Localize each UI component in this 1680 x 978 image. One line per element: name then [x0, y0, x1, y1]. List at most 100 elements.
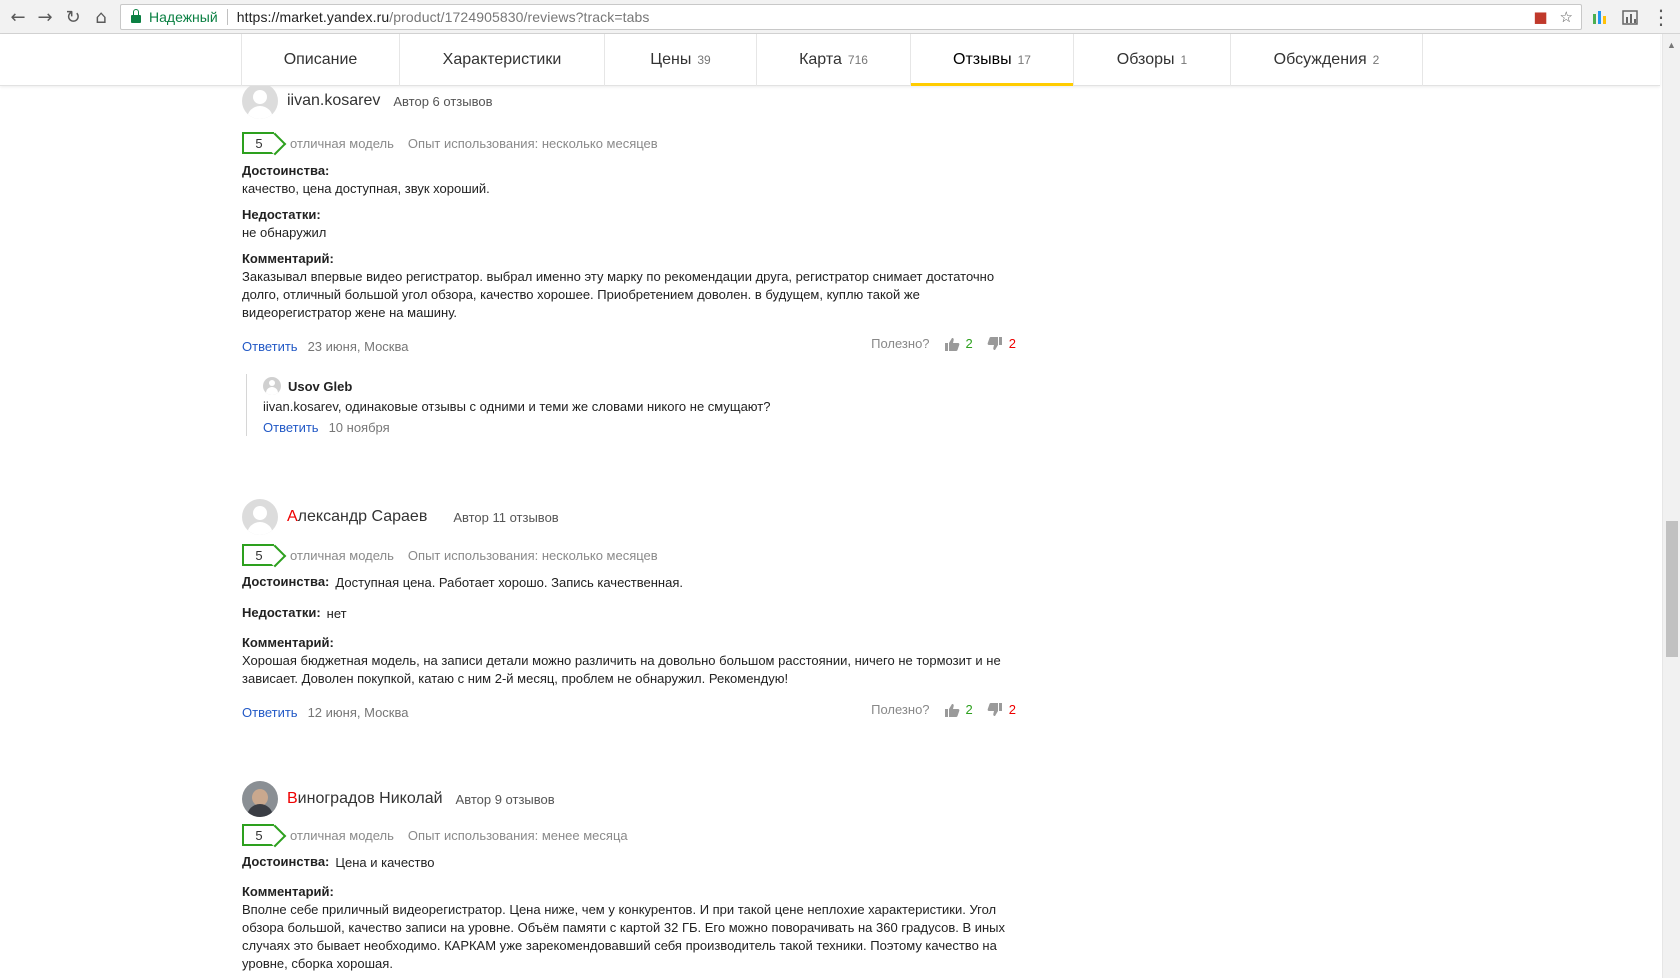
tab-reviews[interactable]: Отзывы 17	[911, 34, 1074, 86]
avatar[interactable]	[242, 499, 278, 535]
comment-title: Комментарий:	[242, 635, 334, 650]
rating-badge: 5	[242, 544, 274, 566]
scroll-up-icon[interactable]: ▲	[1667, 40, 1676, 50]
product-tabs-bar: Описание Характеристики Цены 39 Карта 716 …	[0, 34, 1660, 86]
reply-thread: Usov Gleb iivan.kosarev, одинаковые отзы…	[246, 374, 1032, 436]
tab-discussions[interactable]: Обсуждения 2	[1231, 34, 1423, 86]
thumbs-down-icon[interactable]	[987, 336, 1003, 351]
bookmark-star-icon[interactable]: ☆	[1560, 8, 1573, 26]
tab-count: 17	[1017, 53, 1031, 67]
author-name[interactable]: Александр Сараев	[287, 508, 427, 526]
rating-text: отличная модель	[290, 827, 394, 843]
reply-link[interactable]: Ответить	[263, 420, 319, 435]
url-host: https://market.yandex.ru	[236, 9, 390, 25]
browser-toolbar: ← → ↻ ⌂ Надежный https://market.yandex.r…	[0, 0, 1680, 34]
scrollbar-thumb[interactable]	[1666, 521, 1678, 657]
tab-label: Описание	[283, 51, 358, 68]
extension-bars-icon[interactable]	[1621, 8, 1639, 26]
author-first-letter: А	[287, 508, 298, 525]
pros-text: Цена и качество	[335, 855, 435, 870]
avatar[interactable]	[242, 86, 278, 119]
reviews-list: iivan.kosarev Автор 6 отзывов 5 отличная…	[0, 86, 1660, 978]
tab-label: Характеристики	[442, 51, 562, 68]
lock-icon	[131, 9, 141, 23]
review-date: 12 июня, Москва	[307, 704, 409, 720]
pros-title: Достоинства:	[242, 854, 330, 869]
reply-date: 10 ноября	[328, 419, 390, 435]
comment-text: Заказывал впервые видео регистратор. выб…	[242, 269, 995, 320]
product-tabs: Описание Характеристики Цены 39 Карта 716 …	[241, 34, 1423, 86]
author-name[interactable]: Виноградов Николай	[287, 790, 443, 808]
pros-text: Доступная цена. Работает хорошо. Запись …	[335, 575, 683, 590]
author-meta: Автор 6 отзывов	[393, 93, 493, 109]
pros-title: Достоинства:	[242, 163, 330, 178]
avatar[interactable]	[242, 781, 278, 817]
cons-title: Недостатки:	[242, 207, 321, 222]
tab-description[interactable]: Описание	[242, 34, 400, 86]
rating-badge: 5	[242, 132, 274, 154]
review-item: iivan.kosarev Автор 6 отзывов 5 отличная…	[242, 86, 1032, 436]
extension-chart-icon[interactable]	[1591, 8, 1609, 26]
back-icon[interactable]: ←	[7, 6, 29, 28]
usage-duration: Опыт использования: несколько месяцев	[407, 135, 658, 151]
thumbs-down-icon[interactable]	[987, 702, 1003, 717]
cons-text: не обнаружил	[242, 225, 327, 240]
author-name-rest: иноградов Николай	[297, 790, 443, 807]
pros-text: качество, цена доступная, звук хороший.	[242, 181, 490, 196]
rating-text: отличная модель	[290, 135, 394, 151]
helpful-label: Полезно?	[871, 702, 930, 717]
home-icon[interactable]: ⌂	[90, 6, 112, 28]
author-name[interactable]: iivan.kosarev	[287, 92, 380, 110]
review-date: 23 июня, Москва	[307, 338, 409, 354]
reply-text: iivan.kosarev, одинаковые отзывы с одним…	[263, 399, 771, 414]
tab-label: Обсуждения	[1273, 51, 1367, 68]
usage-duration: Опыт использования: менее месяца	[407, 827, 628, 843]
omnibox-divider	[226, 9, 228, 25]
helpful-label: Полезно?	[871, 336, 930, 351]
rating-value: 5	[255, 827, 263, 843]
url-path: /product/1724905830/reviews?track=tabs	[389, 9, 650, 25]
comment-text: Вполне себе приличный видеорегистратор. …	[242, 902, 1006, 971]
tab-specs[interactable]: Характеристики	[400, 34, 605, 86]
tab-map[interactable]: Карта 716	[757, 34, 911, 86]
dislikes-count: 2	[1008, 702, 1016, 717]
cons-title: Недостатки:	[242, 605, 321, 620]
tab-label: Обзоры	[1116, 51, 1175, 68]
menu-icon[interactable]: ⋮	[1650, 5, 1672, 29]
reply-author[interactable]: Usov Gleb	[288, 379, 352, 394]
page-scrollbar[interactable]: ▲	[1662, 34, 1680, 978]
extension-blocked-icon[interactable]: ■	[1533, 8, 1547, 26]
thumbs-up-icon[interactable]	[944, 703, 960, 717]
tab-count: 716	[847, 53, 868, 67]
likes-count: 2	[965, 702, 973, 717]
helpful-block: Полезно? 2 2	[871, 702, 1016, 717]
address-bar[interactable]: Надежный https://market.yandex.ru/produc…	[120, 4, 1582, 30]
author-first-letter: В	[287, 790, 298, 807]
likes-count: 2	[965, 336, 973, 351]
helpful-block: Полезно? 2 2	[871, 336, 1016, 351]
rating-badge: 5	[242, 824, 274, 846]
tab-label: Отзывы	[953, 51, 1012, 68]
tab-label: Карта	[799, 51, 842, 68]
author-name-rest: лександр Сараев	[297, 508, 428, 525]
rating-value: 5	[255, 135, 263, 151]
tab-count: 2	[1372, 53, 1380, 67]
rating-value: 5	[255, 547, 263, 563]
url-text[interactable]: https://market.yandex.ru/product/1724905…	[237, 9, 650, 25]
comment-text: Хорошая бюджетная модель, на записи дета…	[242, 653, 1001, 686]
tab-overviews[interactable]: Обзоры 1	[1074, 34, 1231, 86]
thumbs-up-icon[interactable]	[944, 337, 960, 351]
review-item: Виноградов Николай Автор 9 отзывов 5 отл…	[242, 780, 1032, 973]
reload-icon[interactable]: ↻	[62, 6, 84, 28]
reply-link[interactable]: Ответить	[242, 339, 298, 354]
author-meta: Автор 11 отзывов	[453, 509, 559, 525]
dislikes-count: 2	[1008, 336, 1016, 351]
pros-title: Достоинства:	[242, 574, 330, 589]
tab-prices[interactable]: Цены 39	[605, 34, 757, 86]
tab-count: 39	[697, 53, 711, 67]
reply-link[interactable]: Ответить	[242, 705, 298, 720]
forward-icon[interactable]: →	[34, 6, 56, 28]
reply-avatar[interactable]	[263, 377, 281, 395]
cons-text: нет	[326, 606, 347, 621]
secure-label: Надежный	[149, 9, 218, 25]
